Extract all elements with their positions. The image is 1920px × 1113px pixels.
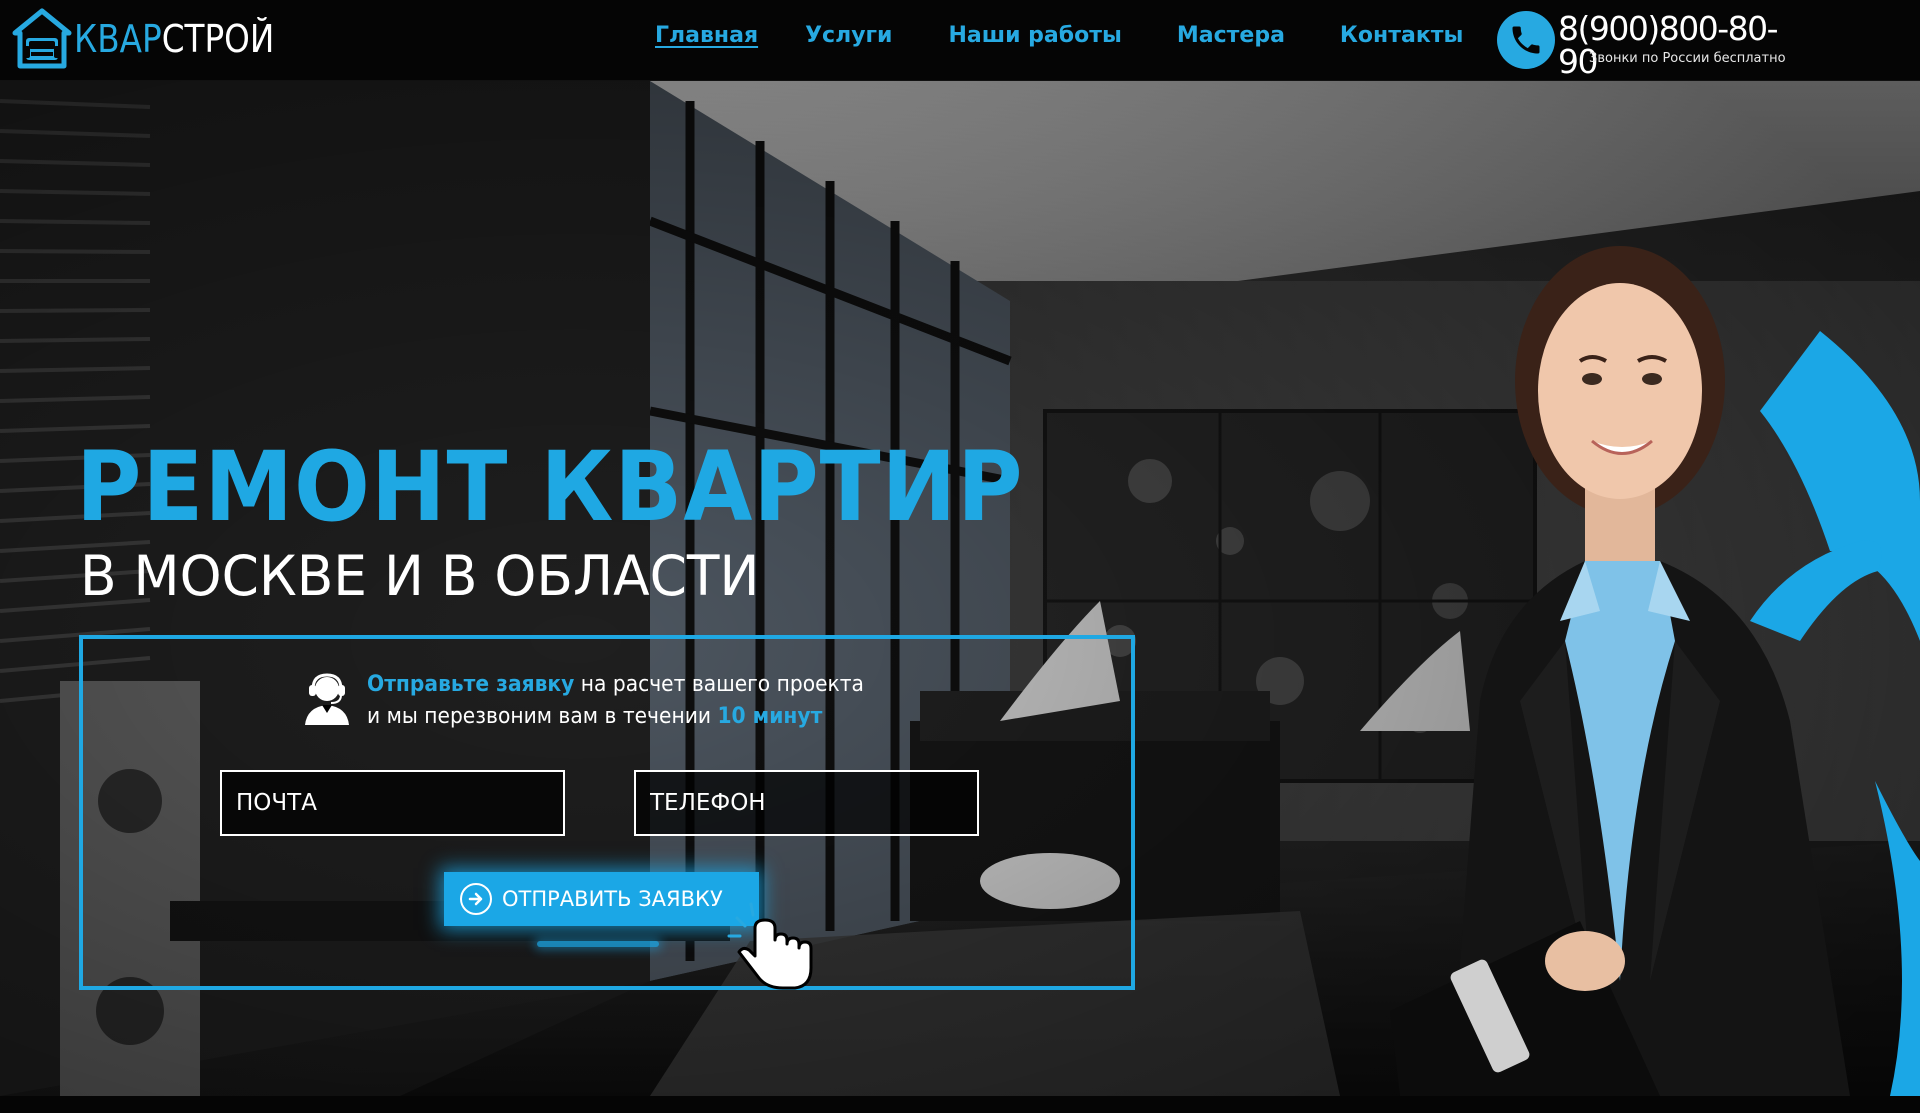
hero-section: РЕМОНТ КВАРТИР В МОСКВЕ И В ОБЛАСТИ Отпр… <box>0 81 1920 1096</box>
hero-title: РЕМОНТ КВАРТИР <box>76 431 1024 543</box>
header-phone: 8(900)800-80-90 Звонки по России бесплат… <box>1497 9 1797 78</box>
consultant-photo <box>1390 246 1920 1096</box>
logo-text-part1: КВАР <box>74 17 162 61</box>
submit-request-button[interactable]: ОТПРАВИТЬ ЗАЯВКУ <box>444 872 759 926</box>
form-line2-text: и мы перезвоним вам в течении <box>367 704 718 729</box>
phone-icon[interactable] <box>1497 11 1555 69</box>
nav-item-home[interactable]: Главная <box>655 20 758 52</box>
phone-field[interactable] <box>650 790 977 816</box>
logo-text: КВАРСТРОЙ <box>74 20 274 58</box>
phone-number[interactable]: 8(900)800-80-90 <box>1558 12 1797 78</box>
operator-headset-icon <box>305 673 349 725</box>
bottom-bar <box>0 1096 1920 1113</box>
form-highlight-time: 10 минут <box>717 704 823 729</box>
nav-item-contacts[interactable]: Контакты <box>1340 20 1463 52</box>
hand-pointer-icon <box>727 902 813 990</box>
phone-field-wrapper <box>634 770 979 836</box>
nav-item-works[interactable]: Наши работы <box>948 20 1121 52</box>
submit-request-label: ОТПРАВИТЬ ЗАЯВКУ <box>502 887 723 911</box>
callback-form: Отправьте заявку на расчет вашего проект… <box>79 635 1135 990</box>
hero-subtitle: В МОСКВЕ И В ОБЛАСТИ <box>80 544 760 608</box>
email-field[interactable] <box>236 790 563 816</box>
button-glow-line <box>537 941 659 947</box>
nav-item-services[interactable]: Услуги <box>805 20 892 52</box>
nav-item-masters[interactable]: Мастера <box>1177 20 1285 52</box>
house-sofa-logo-icon <box>12 8 72 69</box>
form-description-line1: Отправьте заявку на расчет вашего проект… <box>367 669 864 701</box>
form-description-line2: и мы перезвоним вам в течении 10 минут <box>367 701 864 733</box>
logo[interactable]: КВАРСТРОЙ <box>12 7 307 71</box>
phone-note: Звонки по России бесплатно <box>1589 51 1786 66</box>
email-field-wrapper <box>220 770 565 836</box>
form-description: Отправьте заявку на расчет вашего проект… <box>367 669 864 733</box>
form-line1-text: на расчет вашего проекта <box>574 672 864 697</box>
arrow-right-circle-icon <box>460 883 492 915</box>
site-header: КВАРСТРОЙ Главная Услуги Наши работы Мас… <box>0 0 1920 81</box>
main-nav: Главная Услуги Наши работы Мастера Конта… <box>655 20 1463 52</box>
logo-text-part2: СТРОЙ <box>161 17 275 61</box>
form-highlight-request: Отправьте заявку <box>367 672 575 697</box>
